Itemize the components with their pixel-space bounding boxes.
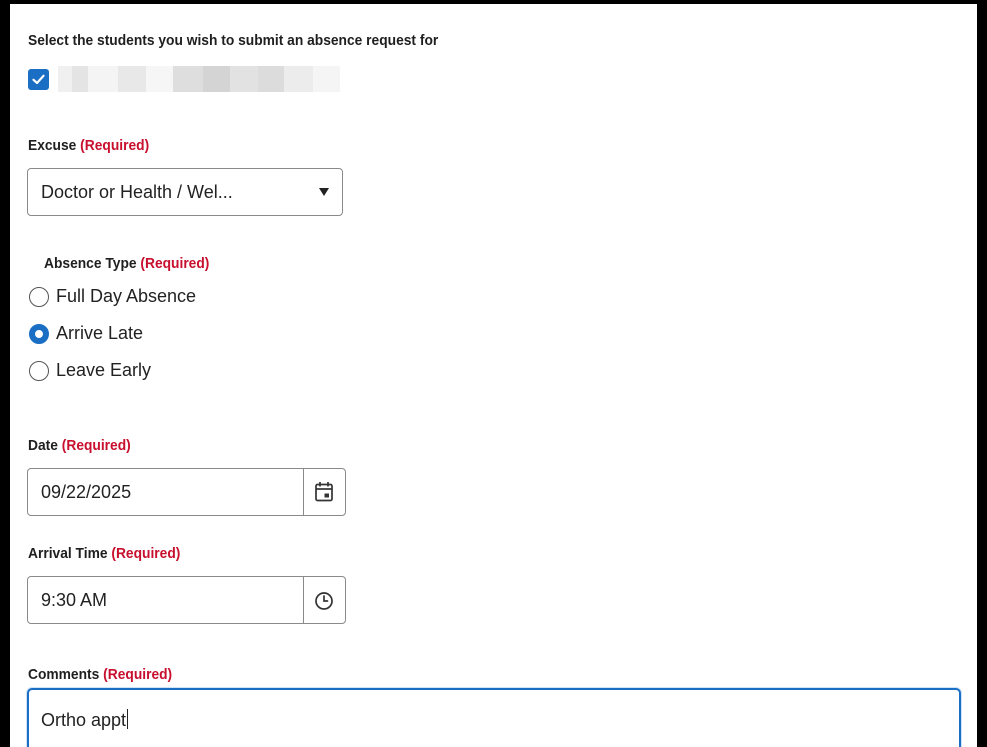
arrival-time-input[interactable]: 9:30 AM <box>27 576 346 624</box>
required-marker: (Required) <box>103 666 173 683</box>
required-marker: (Required) <box>111 545 181 562</box>
radio-label: Leave Early <box>56 360 152 380</box>
required-marker: (Required) <box>61 437 131 454</box>
comments-value: Ortho appt <box>41 709 129 731</box>
absence-type-label: Absence Type (Required) <box>44 255 209 272</box>
radio-button-selected[interactable] <box>29 324 49 344</box>
excuse-selected-value: Doctor or Health / Wel... <box>41 182 233 202</box>
comments-label-text: Comments <box>28 666 100 683</box>
arrival-time-label: Arrival Time (Required) <box>28 545 180 562</box>
chevron-down-icon <box>319 188 329 196</box>
date-value: 09/22/2025 <box>41 482 132 502</box>
checkmark-icon <box>32 74 45 85</box>
date-label: Date (Required) <box>28 437 131 454</box>
required-marker: (Required) <box>140 255 210 272</box>
required-marker: (Required) <box>80 137 150 154</box>
comments-text: Ortho appt <box>41 710 127 730</box>
radio-label: Full Day Absence <box>56 286 197 306</box>
radio-label: Arrive Late <box>56 323 144 343</box>
absence-type-label-text: Absence Type <box>44 255 137 272</box>
date-input[interactable]: 09/22/2025 <box>27 468 346 516</box>
time-picker-button[interactable] <box>304 577 345 623</box>
date-label-text: Date <box>28 437 58 454</box>
radio-button[interactable] <box>29 287 49 307</box>
absence-request-form: Select the students you wish to submit a… <box>10 4 977 747</box>
date-picker-button[interactable] <box>304 469 345 515</box>
radio-button[interactable] <box>29 361 49 381</box>
student-checkbox[interactable] <box>28 69 49 90</box>
excuse-label: Excuse (Required) <box>28 137 149 154</box>
calendar-icon <box>315 482 333 502</box>
comments-label: Comments (Required) <box>28 666 172 683</box>
student-name-redacted <box>58 66 340 92</box>
arrival-time-value: 9:30 AM <box>41 590 108 610</box>
students-heading: Select the students you wish to submit a… <box>28 32 439 49</box>
excuse-select[interactable]: Doctor or Health / Wel... <box>27 168 343 216</box>
text-caret <box>127 709 129 729</box>
comments-textarea[interactable]: Ortho appt <box>27 688 961 747</box>
arrival-time-label-text: Arrival Time <box>28 545 108 562</box>
clock-icon <box>315 592 333 610</box>
excuse-label-text: Excuse <box>28 137 77 154</box>
